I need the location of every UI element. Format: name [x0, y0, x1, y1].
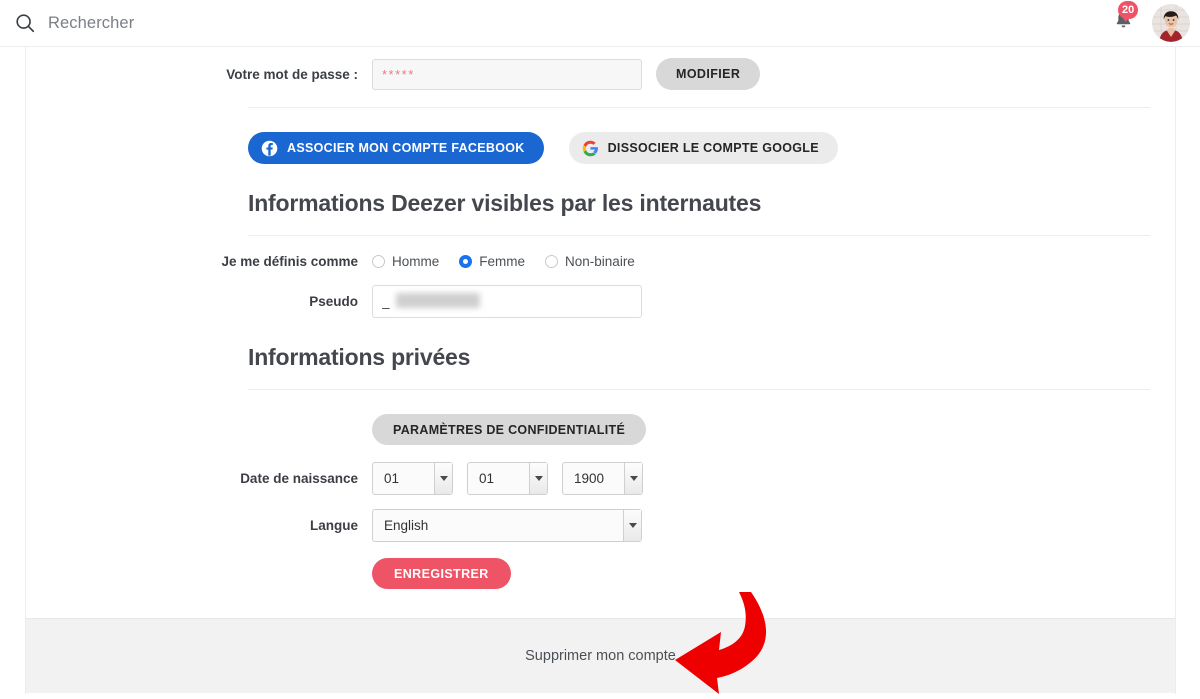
gender-option-femme[interactable]: Femme: [459, 254, 525, 269]
birthdate-label: Date de naissance: [240, 471, 358, 486]
social-accounts-row: ASSOCIER MON COMPTE FACEBOOK DISSOCIER L…: [26, 132, 1175, 164]
chevron-down-icon[interactable]: [434, 463, 452, 494]
search-input[interactable]: [48, 13, 468, 33]
chevron-down-icon[interactable]: [624, 463, 642, 494]
birthdate-day-value: 01: [384, 471, 400, 486]
gender-option-non-binaire-label: Non-binaire: [565, 254, 635, 269]
privacy-settings-button[interactable]: PARAMÈTRES DE CONFIDENTIALITÉ: [372, 414, 647, 445]
pseudo-label: Pseudo: [309, 294, 358, 309]
radio-femme[interactable]: [459, 255, 473, 268]
language-label: Langue: [309, 518, 358, 533]
modify-password-button[interactable]: MODIFIER: [656, 58, 761, 90]
birthdate-row: Date de naissance 01 01 1900: [26, 462, 1175, 495]
privacy-settings-row: PARAMÈTRES DE CONFIDENTIALITÉ: [26, 414, 1175, 445]
gender-option-femme-label: Femme: [479, 254, 526, 269]
pseudo-row: Pseudo: [26, 285, 1175, 318]
radio-non-binaire[interactable]: [545, 255, 559, 268]
account-settings-card: Votre mot de passe : MODIFIER ASSOCIER M…: [25, 47, 1176, 694]
avatar[interactable]: [1152, 4, 1190, 42]
gender-option-homme[interactable]: Homme: [372, 254, 439, 269]
birthdate-month-value: 01: [479, 471, 495, 486]
save-row: ENREGISTRER: [26, 558, 1175, 589]
top-navigation-bar: 20: [0, 0, 1200, 47]
gender-option-non-binaire[interactable]: Non-binaire: [545, 254, 635, 269]
birthdate-year-select[interactable]: 1900: [562, 462, 643, 495]
divider: [248, 107, 1150, 108]
password-field[interactable]: [372, 58, 642, 90]
pseudo-input-wrapper: [372, 285, 642, 318]
birthdate-month-select[interactable]: 01: [467, 462, 548, 495]
search-bar[interactable]: [14, 12, 1108, 34]
delete-account-footer: Supprimer mon compte: [26, 618, 1175, 693]
language-row: Langue English: [26, 509, 1175, 542]
password-label: Votre mot de passe :: [226, 66, 358, 82]
section-divider: [248, 389, 1150, 390]
google-icon: [582, 140, 599, 157]
birthdate-day-select[interactable]: 01: [372, 462, 453, 495]
unlink-google-account-button[interactable]: DISSOCIER LE COMPTE GOOGLE: [568, 132, 838, 164]
language-select[interactable]: English: [372, 509, 642, 542]
privacy-spacer: [48, 414, 372, 445]
language-value: English: [384, 518, 429, 533]
link-facebook-account-button[interactable]: ASSOCIER MON COMPTE FACEBOOK: [248, 132, 544, 164]
chevron-down-icon[interactable]: [529, 463, 547, 494]
notification-count-badge: 20: [1118, 1, 1139, 22]
birthdate-year-value: 1900: [574, 471, 605, 486]
private-info-title: Informations privées: [248, 344, 471, 370]
radio-homme[interactable]: [372, 255, 385, 268]
password-row: Votre mot de passe : MODIFIER: [26, 58, 1175, 90]
search-icon: [14, 12, 36, 34]
gender-option-homme-label: Homme: [392, 254, 440, 269]
gender-label: Je me définis comme: [221, 254, 358, 269]
gender-row: Je me définis comme Homme Femme Non-bina…: [26, 254, 1175, 269]
facebook-icon: [261, 140, 278, 157]
top-bar-actions: 20: [1108, 1, 1190, 42]
delete-account-link[interactable]: Supprimer mon compte: [525, 648, 676, 664]
save-spacer: [48, 558, 372, 589]
notifications-button[interactable]: 20: [1108, 1, 1139, 38]
section-divider: [248, 235, 1150, 236]
public-info-title: Informations Deezer visibles par les int…: [248, 190, 762, 216]
facebook-button-label: ASSOCIER MON COMPTE FACEBOOK: [287, 141, 525, 155]
google-button-label: DISSOCIER LE COMPTE GOOGLE: [607, 141, 819, 155]
pseudo-input[interactable]: [372, 285, 642, 318]
chevron-down-icon[interactable]: [623, 510, 641, 541]
save-button[interactable]: ENREGISTRER: [372, 558, 511, 589]
